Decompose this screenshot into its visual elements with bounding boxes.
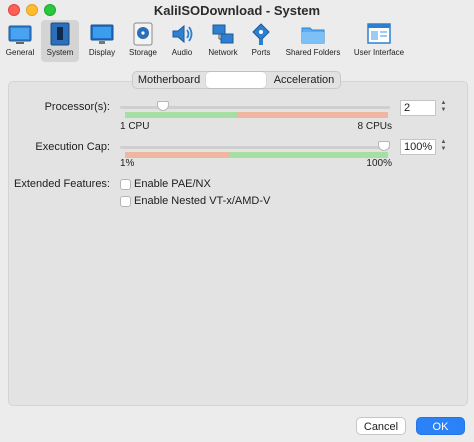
- toolbar-item-storage[interactable]: Storage: [124, 20, 162, 62]
- settings-panel: [8, 81, 468, 406]
- toolbar-label: User Interface: [353, 48, 405, 57]
- tab-motherboard[interactable]: Motherboard: [133, 72, 205, 88]
- network-icon: [212, 24, 234, 44]
- stepper-up-icon[interactable]: ▲: [439, 139, 448, 146]
- tab-processor[interactable]: [206, 72, 266, 88]
- pae-nx-label[interactable]: Enable PAE/NX: [134, 178, 211, 190]
- toolbar-label: Audio: [171, 48, 193, 57]
- ok-button[interactable]: OK: [416, 417, 465, 435]
- display-icon: [90, 24, 114, 44]
- window-title: KaliISODownload - System: [153, 3, 321, 18]
- toolbar-item-audio[interactable]: Audio: [166, 20, 198, 62]
- toolbar-item-shared-folders[interactable]: Shared Folders: [282, 20, 344, 62]
- storage-icon: [133, 22, 153, 46]
- user-interface-icon: [367, 23, 391, 44]
- settings-window: KaliISODownload - System General System: [0, 0, 474, 442]
- title-bar: KaliISODownload - System: [0, 0, 474, 20]
- nested-vtx-label[interactable]: Enable Nested VT-x/AMD-V: [134, 195, 270, 207]
- toolbar-label: General: [5, 48, 35, 57]
- tab-bar: Motherboard Acceleration: [132, 71, 341, 89]
- toolbar-label: Shared Folders: [285, 48, 341, 57]
- execution-cap-stepper[interactable]: ▲ ▼: [439, 139, 448, 155]
- execution-cap-max-label: 100%: [366, 158, 392, 169]
- extended-features-label: Extended Features:: [13, 178, 110, 190]
- toolbar-item-general[interactable]: General: [2, 20, 38, 62]
- execution-cap-label: Execution Cap:: [35, 141, 110, 153]
- tab-acceleration[interactable]: Acceleration: [268, 72, 340, 88]
- toolbar-item-display[interactable]: Display: [84, 20, 120, 62]
- shared-folders-icon: [301, 27, 325, 44]
- execution-cap-input[interactable]: 100%: [400, 139, 436, 155]
- toolbar-item-system[interactable]: System: [41, 20, 79, 62]
- nested-vtx-checkbox[interactable]: [120, 196, 131, 207]
- toolbar-label: Storage: [128, 48, 158, 57]
- stepper-up-icon[interactable]: ▲: [439, 100, 448, 107]
- toolbar-item-ports[interactable]: Ports: [246, 20, 276, 62]
- toolbar-label: Display: [88, 48, 116, 57]
- pae-nx-checkbox[interactable]: [120, 179, 131, 190]
- audio-icon: [172, 24, 193, 44]
- processors-input[interactable]: 2: [400, 100, 436, 116]
- toolbar-item-network[interactable]: Network: [204, 20, 242, 62]
- processors-max-label: 8 CPUs: [357, 121, 392, 132]
- stepper-down-icon[interactable]: ▼: [439, 146, 448, 153]
- cancel-button[interactable]: Cancel: [356, 417, 406, 435]
- execution-cap-min-label: 1%: [120, 158, 135, 169]
- processors-label: Processor(s):: [44, 101, 110, 113]
- processors-warn-zone: [237, 112, 388, 118]
- processors-safe-zone: [125, 112, 237, 118]
- general-icon: [8, 25, 32, 44]
- execution-cap-warn-zone: [125, 152, 230, 158]
- processors-stepper[interactable]: ▲ ▼: [439, 100, 448, 116]
- stepper-down-icon[interactable]: ▼: [439, 107, 448, 114]
- system-icon: [50, 22, 70, 46]
- processors-min-label: 1 CPU: [120, 121, 150, 132]
- toolbar-label: Ports: [251, 48, 271, 57]
- toolbar-label: System: [46, 48, 74, 57]
- toolbar-label: Network: [208, 48, 238, 57]
- settings-toolbar: General System Display Storage Audio Net…: [0, 18, 474, 64]
- ports-icon: [252, 23, 270, 45]
- toolbar-item-user-interface[interactable]: User Interface: [350, 20, 408, 62]
- execution-cap-slider-track[interactable]: [120, 146, 390, 149]
